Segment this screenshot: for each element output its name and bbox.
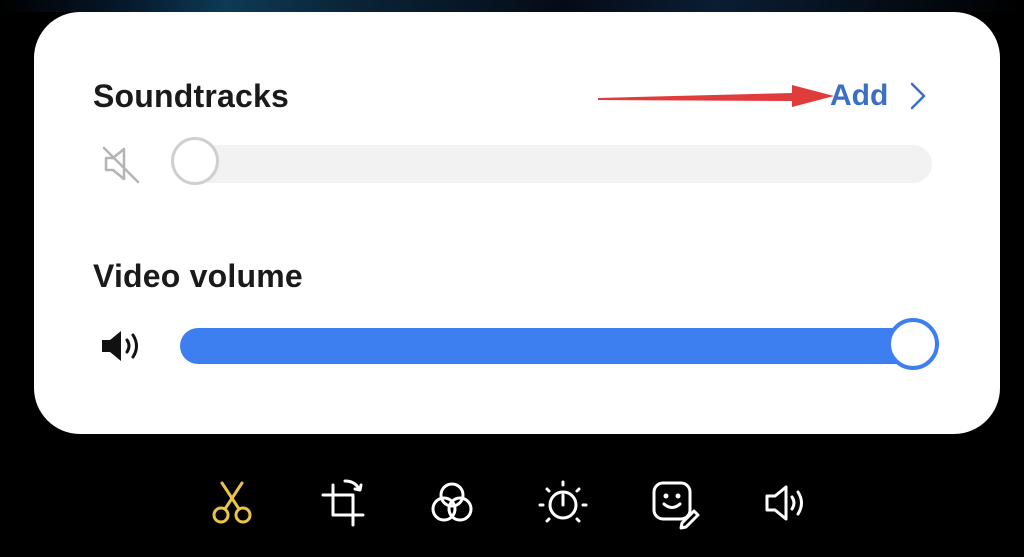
crop-rotate-icon bbox=[321, 479, 365, 527]
speaker-icon bbox=[102, 331, 138, 361]
video-volume-handle[interactable] bbox=[887, 318, 939, 370]
tool-decorate[interactable] bbox=[644, 468, 704, 538]
speaker-muted-icon bbox=[102, 146, 140, 184]
tool-adjust[interactable] bbox=[533, 468, 593, 538]
soundtrack-volume-handle[interactable] bbox=[171, 137, 219, 185]
tool-audio[interactable] bbox=[755, 468, 815, 538]
soundtrack-volume-slider[interactable] bbox=[184, 145, 932, 183]
annotation-arrow bbox=[598, 85, 834, 107]
editor-toolbar bbox=[0, 468, 1024, 538]
tool-trim[interactable] bbox=[202, 468, 262, 538]
tool-filters[interactable] bbox=[422, 468, 482, 538]
sticker-icon bbox=[652, 481, 700, 530]
video-preview-strip bbox=[0, 0, 1024, 12]
add-label: Add bbox=[830, 79, 889, 112]
add-soundtrack-button[interactable]: Add bbox=[830, 76, 928, 116]
audio-panel: Soundtracks Add Video volume bbox=[34, 12, 1000, 434]
video-volume-title: Video volume bbox=[93, 258, 303, 294]
scissors-icon bbox=[212, 481, 252, 524]
volume-icon bbox=[765, 485, 803, 521]
brightness-icon bbox=[538, 480, 588, 523]
chevron-right-icon bbox=[911, 82, 926, 110]
filter-circles-icon bbox=[431, 482, 473, 522]
soundtracks-title: Soundtracks bbox=[93, 78, 290, 114]
tool-crop[interactable] bbox=[313, 468, 373, 538]
video-volume-slider[interactable] bbox=[180, 328, 932, 364]
